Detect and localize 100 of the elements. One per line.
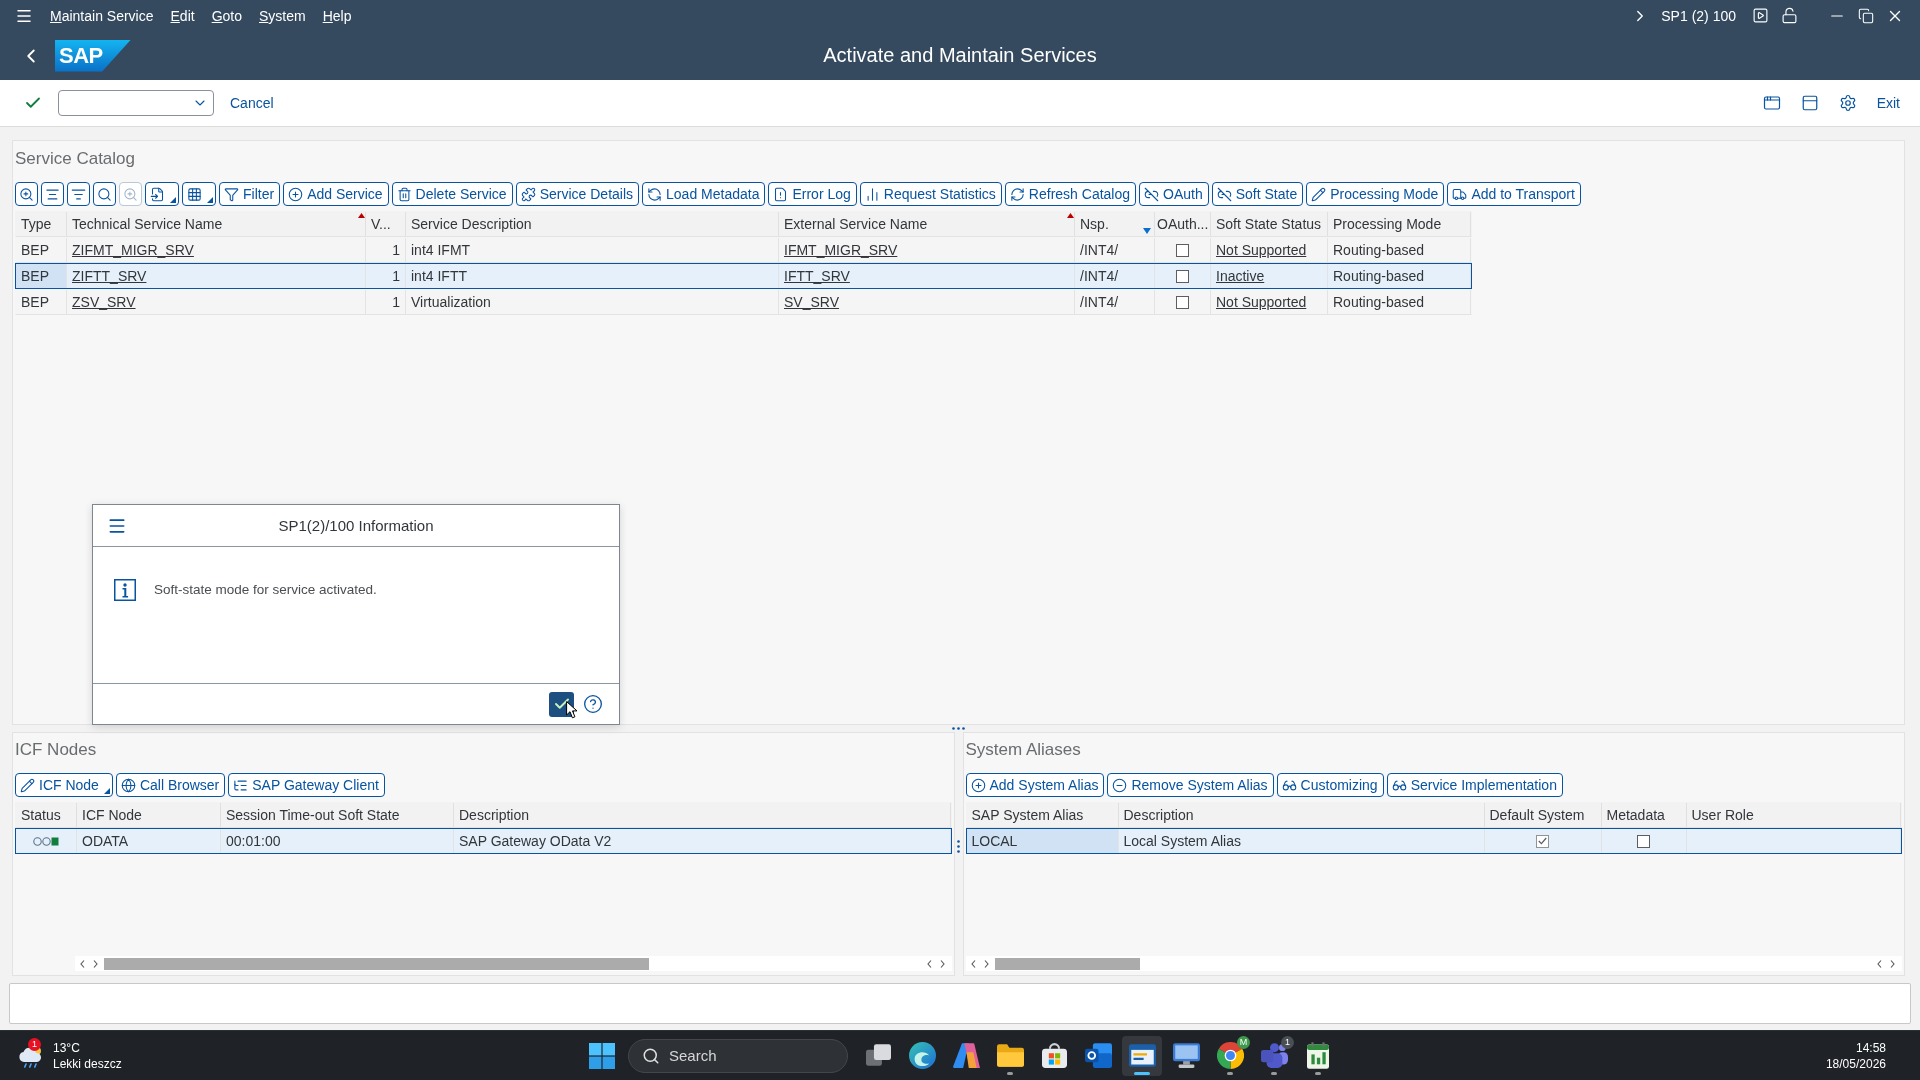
table-link[interactable]: ZSV_SRV <box>72 294 136 310</box>
table-row[interactable]: BEP ZSV_SRV 1 Virtualization SV_SRV /INT4/ Not Supported Routing-based <box>15 289 1472 315</box>
column-header[interactable]: Default System <box>1484 803 1602 827</box>
scroll-arrows-icon[interactable] <box>80 959 98 968</box>
column-header[interactable]: Processing Mode <box>1328 212 1471 236</box>
menu-item[interactable]: Maintain Service <box>50 7 154 24</box>
table-link[interactable]: ZIFMT_MIGR_SRV <box>72 242 194 258</box>
scrollbar-thumb[interactable] <box>104 957 649 970</box>
start-icon[interactable] <box>589 1042 615 1069</box>
checkbox[interactable] <box>1176 243 1189 257</box>
cancel-button[interactable]: Cancel <box>230 95 274 111</box>
column-header[interactable]: Description <box>1118 803 1485 827</box>
table-link[interactable]: IFMT_MIGR_SRV <box>784 242 898 258</box>
command-field[interactable] <box>58 90 214 116</box>
soft-state-button[interactable]: Soft State <box>1211 182 1304 206</box>
edit-button[interactable]: ICF Node <box>15 773 113 797</box>
column-header[interactable]: External Service Name <box>779 212 1075 236</box>
column-header[interactable]: Description <box>454 803 951 827</box>
table-row[interactable]: LOCAL Local System Alias <box>965 828 1902 854</box>
scrollbar-thumb[interactable] <box>994 957 1140 970</box>
column-header[interactable]: Status <box>16 803 77 827</box>
taskbar-app-button[interactable] <box>1122 1035 1162 1076</box>
table-link[interactable]: IFTT_SRV <box>784 268 850 284</box>
delete-button[interactable]: Delete Service <box>391 182 513 206</box>
menu-item[interactable]: Edit <box>170 7 195 24</box>
transport-button[interactable]: Add to Transport <box>1447 182 1581 206</box>
add-icon <box>288 186 304 202</box>
table-link[interactable]: Not Supported <box>1216 242 1307 258</box>
add-button[interactable]: Add Service <box>283 182 389 206</box>
glasses-button[interactable]: Service Implementation <box>1386 773 1563 797</box>
filter-button[interactable]: Filter <box>219 182 281 206</box>
oauth-button[interactable]: OAuth <box>1139 182 1209 206</box>
lines-button[interactable] <box>67 182 90 206</box>
settings-icon[interactable] <box>1838 94 1857 112</box>
table-cell: SAP Gateway OData V2 <box>454 829 951 853</box>
taskbar-app-button[interactable]: 1 <box>1254 1035 1294 1076</box>
column-header[interactable]: Nsp. <box>1075 212 1155 236</box>
browser-button[interactable]: Call Browser <box>115 773 226 797</box>
sort-button[interactable] <box>41 182 64 206</box>
lock-icon[interactable] <box>1781 7 1798 24</box>
error-log-button[interactable]: Error Log <box>768 182 857 206</box>
trash-icon <box>396 186 412 202</box>
horizontal-scrollbar[interactable] <box>75 956 952 971</box>
column-header[interactable]: Session Time-out Soft State <box>221 803 454 827</box>
table-row[interactable]: BEP ZIFTT_SRV 1 int4 IFTT IFTT_SRV /INT4/ Inactive Routing-based <box>15 263 1472 289</box>
horizontal-scrollbar[interactable] <box>965 956 1902 971</box>
glasses-button[interactable]: Customizing <box>1276 773 1384 797</box>
column-header[interactable]: OAuth... <box>1155 212 1211 236</box>
statistics-button[interactable]: Request Statistics <box>859 182 1002 206</box>
column-header[interactable]: V... <box>366 212 406 236</box>
scroll-arrows-icon[interactable] <box>970 959 989 968</box>
column-header[interactable]: ICF Node <box>77 803 221 827</box>
search-field[interactable]: Search <box>628 1038 848 1073</box>
search-icon <box>97 186 112 202</box>
checkbox[interactable] <box>1637 834 1650 848</box>
help-icon[interactable] <box>583 694 603 714</box>
zoom-button[interactable] <box>15 182 38 206</box>
column-header[interactable]: Type <box>16 212 67 236</box>
add-button[interactable]: Add System Alias <box>965 773 1105 797</box>
checkbox[interactable] <box>1176 269 1189 283</box>
table-link[interactable]: SV_SRV <box>784 294 839 310</box>
exit-button[interactable]: Exit <box>1876 95 1900 111</box>
column-header[interactable]: Technical Service Name <box>67 212 366 236</box>
splitter-handle-icon[interactable] <box>952 727 965 730</box>
panel-title: System Aliases <box>965 739 1082 761</box>
table-link[interactable]: ZIFTT_SRV <box>72 268 147 284</box>
checkbox[interactable] <box>1536 834 1549 848</box>
column-header[interactable]: Soft State Status <box>1211 212 1328 236</box>
menu-item[interactable]: Help <box>322 7 352 24</box>
table-row[interactable]: ODATA 00:01:00 SAP Gateway OData V2 <box>15 828 952 854</box>
search-button[interactable] <box>93 182 116 206</box>
table-link[interactable]: Not Supported <box>1216 294 1307 310</box>
app-window-icon[interactable] <box>1762 94 1781 112</box>
export-button[interactable] <box>145 182 179 206</box>
client-button[interactable]: SAP Gateway Client <box>228 773 385 797</box>
column-header[interactable]: Metadata <box>1601 803 1687 827</box>
details-button[interactable]: Service Details <box>515 182 640 206</box>
table-cell: LOCAL <box>966 829 1119 853</box>
column-header[interactable]: SAP System Alias <box>966 803 1119 827</box>
menu-item[interactable]: System <box>259 7 306 24</box>
metadata-button[interactable]: Load Metadata <box>642 182 766 206</box>
taskbar-app-button[interactable]: M <box>1210 1035 1250 1076</box>
table-row[interactable]: BEP ZIFMT_MIGR_SRV 1 int4 IFMT IFMT_MIGR_SRV /INT4/ Not Supported Routing-based <box>15 237 1472 263</box>
column-header[interactable]: User Role <box>1686 803 1901 827</box>
splitter-handle-icon[interactable] <box>957 840 960 853</box>
play-box-icon[interactable] <box>1752 7 1769 24</box>
processing-mode-button[interactable]: Processing Mode <box>1306 182 1445 206</box>
window-icon[interactable] <box>1800 94 1819 112</box>
pencil-icon <box>20 777 35 793</box>
layout-button[interactable] <box>182 182 216 206</box>
scroll-arrows-icon[interactable] <box>926 959 945 968</box>
restore-icon[interactable] <box>1858 7 1874 24</box>
remove-icon <box>1112 777 1128 793</box>
table-link[interactable]: Inactive <box>1216 268 1265 284</box>
scroll-arrows-icon[interactable] <box>1877 959 1895 968</box>
column-header[interactable]: Service Description <box>406 212 779 236</box>
refresh-button[interactable]: Refresh Catalog <box>1004 182 1137 206</box>
remove-button[interactable]: Remove System Alias <box>1107 773 1274 797</box>
checkbox[interactable] <box>1176 295 1189 309</box>
menu-item[interactable]: Goto <box>211 7 242 24</box>
